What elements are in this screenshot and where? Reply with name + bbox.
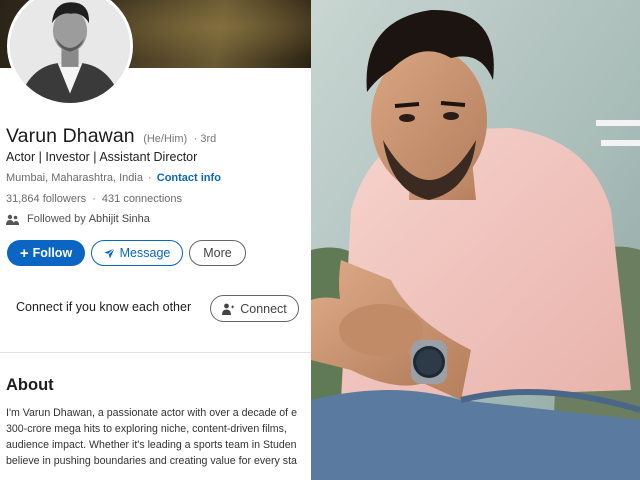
profile-avatar[interactable] [7, 0, 133, 106]
profile-headline: Actor | Investor | Assistant Director [6, 150, 198, 164]
connect-prompt-text: Connect if you know each other [16, 300, 192, 314]
stats-row: 31,864 followers · 431 connections [6, 193, 182, 205]
portrait-illustration [311, 0, 640, 480]
about-line: 300-crore mega hits to exploring niche, … [6, 423, 287, 435]
portrait-photo [311, 0, 640, 480]
stats-separator: · [92, 193, 96, 205]
plus-icon: + [19, 244, 29, 262]
more-button[interactable]: More [189, 240, 246, 266]
about-line: believe in pushing boundaries and creati… [6, 455, 297, 467]
followed-by-row[interactable]: Followed by Abhijit Sinha [6, 213, 150, 225]
connection-degree: · 3rd [193, 133, 217, 145]
contact-info-link[interactable]: Contact info [157, 172, 221, 184]
avatar-photo [10, 0, 130, 103]
about-line: I'm Varun Dhawan, a passionate actor wit… [6, 407, 297, 419]
followers-count[interactable]: 31,864 followers [6, 193, 86, 205]
about-heading: About [6, 376, 54, 394]
more-label: More [203, 246, 232, 260]
location-row: Mumbai, Maharashtra, India · Contact inf… [6, 172, 221, 184]
people-icon [6, 214, 19, 225]
follow-label: Follow [32, 246, 73, 260]
add-person-icon [222, 303, 235, 315]
message-button[interactable]: Message [91, 240, 183, 266]
send-icon [104, 247, 115, 259]
connect-label: Connect [240, 301, 287, 316]
location-text: Mumbai, Maharashtra, India [6, 172, 143, 184]
profile-panel: Varun Dhawan (He/Him) · 3rd Actor | Inve… [0, 0, 311, 480]
profile-name-row: Varun Dhawan (He/Him) · 3rd [6, 125, 216, 148]
location-separator: · [148, 172, 152, 184]
profile-name: Varun Dhawan [6, 125, 135, 147]
about-text: I'm Varun Dhawan, a passionate actor wit… [6, 405, 311, 469]
follow-button[interactable]: + Follow [7, 240, 85, 266]
pronouns: (He/Him) [143, 133, 188, 145]
message-label: Message [119, 246, 171, 260]
about-line: audience impact. Whether it's leading a … [6, 439, 297, 451]
connect-button[interactable]: Connect [210, 295, 299, 322]
section-divider [0, 352, 311, 353]
followed-by-prefix: Followed by [27, 213, 86, 225]
connections-count[interactable]: 431 connections [102, 193, 182, 205]
followed-by-name: Abhijit Sinha [88, 213, 150, 225]
